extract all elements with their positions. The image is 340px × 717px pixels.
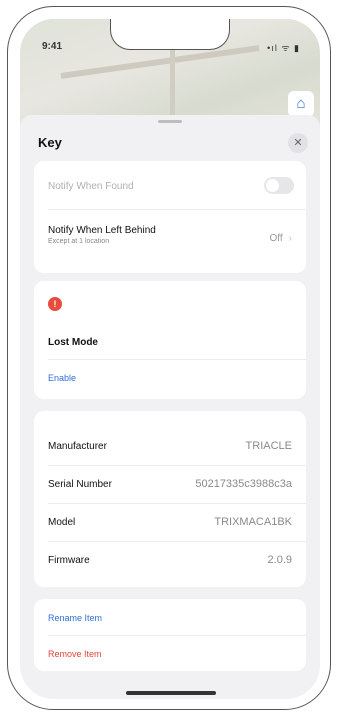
rename-item-button[interactable]: Rename Item [48,613,292,623]
home-indicator[interactable] [126,691,216,695]
details-card: Manufacturer TRIACLE Serial Number 50217… [34,411,306,587]
actions-card: Rename Item Remove Item [34,599,306,671]
divider [48,503,306,504]
divider [48,359,306,360]
chevron-right-icon: › [288,233,292,244]
detail-value: 2.0.9 [267,554,292,566]
lock-icon: ! [48,297,62,311]
binoculars-icon[interactable]: ⌂ [288,91,314,117]
divider [48,635,306,636]
notify-left-behind-sub: Except at 1 location [48,238,110,245]
sheet-grabber[interactable] [158,120,182,123]
notify-found-toggle[interactable] [264,177,294,194]
item-sheet: Key ✕ Notify When Found Notify When Left… [20,115,320,699]
screen: 9:41 •ıl ᯤ ▮ ⌂ Key ✕ Notify When Found N… [20,19,320,699]
detail-value: TRIXMACA1BK [214,516,292,528]
close-icon[interactable]: ✕ [288,133,308,153]
detail-value: 50217335c3988c3a [195,478,292,490]
lost-mode-title: Lost Mode [48,337,98,348]
detail-value: TRIACLE [245,440,292,452]
notification-card: Notify When Found Notify When Left Behin… [34,161,306,273]
status-icons: •ıl ᯤ ▮ [267,43,300,53]
notify-left-behind-row[interactable]: Notify When Left Behind Except at 1 loca… [48,225,292,245]
remove-item-button[interactable]: Remove Item [48,649,292,659]
notify-value-text: Off [269,233,283,244]
notify-left-behind-label: Notify When Left Behind [48,225,156,236]
phone-frame: 9:41 •ıl ᯤ ▮ ⌂ Key ✕ Notify When Found N… [7,6,331,710]
detail-label: Firmware [48,555,90,566]
divider [48,541,306,542]
phone-notch [110,19,230,50]
enable-lost-mode-link[interactable]: Enable [48,373,292,383]
divider [48,465,306,466]
lost-mode-card: ! Lost Mode Enable [34,281,306,399]
divider [48,209,306,210]
notify-left-behind-value[interactable]: Off › [270,233,293,244]
notify-found-label: Notify When Found [48,181,134,192]
status-time: 9:41 [42,41,63,52]
sheet-title: Key [38,135,62,150]
